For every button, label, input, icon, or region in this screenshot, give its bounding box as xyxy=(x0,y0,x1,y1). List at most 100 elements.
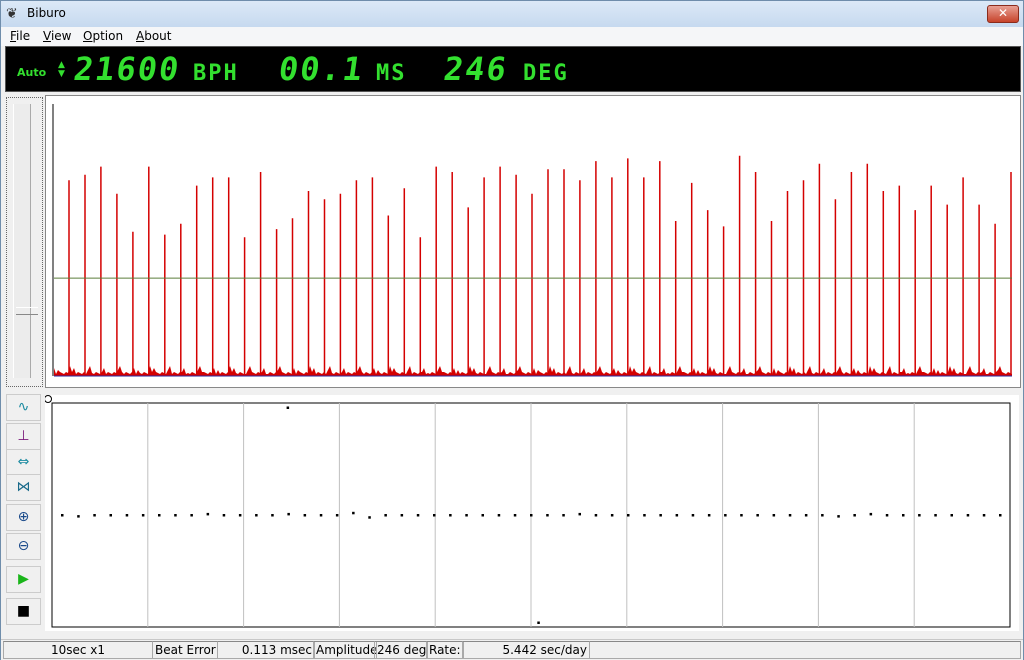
level-button[interactable]: ⊥ xyxy=(6,423,41,450)
close-button[interactable]: ✕ xyxy=(987,5,1019,23)
waveform-icon: ∿ xyxy=(17,399,30,415)
beat-dot xyxy=(416,514,420,517)
beat-dot xyxy=(869,512,873,516)
beat-dot xyxy=(934,514,937,517)
window-title: Biburo xyxy=(27,6,66,20)
beat-dot xyxy=(610,514,614,517)
zoom-out-button[interactable]: ⊖ xyxy=(6,533,41,560)
waveform-panel xyxy=(45,95,1021,388)
stop-icon: ■ xyxy=(16,603,31,619)
beat-dot xyxy=(335,514,339,517)
beat-dot xyxy=(756,514,759,517)
beat-dot xyxy=(966,514,970,517)
menu-view[interactable]: View xyxy=(43,29,71,43)
beat-dot xyxy=(659,514,662,517)
beat-dot xyxy=(109,514,112,517)
beat-dot xyxy=(368,516,371,519)
menu-option[interactable]: Option xyxy=(83,29,123,43)
beat-dot xyxy=(982,514,986,517)
beat-dot xyxy=(449,514,452,517)
status-beat-error-value: 0.113 msec xyxy=(217,641,315,659)
beat-dot xyxy=(206,512,210,516)
beat-dot xyxy=(158,514,161,517)
beat-dot xyxy=(578,512,581,516)
beat-dot xyxy=(853,514,856,517)
beat-dot xyxy=(885,514,889,517)
beat-dot xyxy=(724,514,727,517)
compress-horizontal-button[interactable]: ⋈ xyxy=(6,474,41,501)
status-rate-value: 5.442 sec/day xyxy=(462,641,590,659)
bph-spinner[interactable]: ▲ ▼ xyxy=(58,61,65,79)
slider-track[interactable] xyxy=(13,104,38,378)
beat-dot xyxy=(837,515,840,518)
beat-dot xyxy=(918,514,921,517)
zoom-in-icon: ⊕ xyxy=(17,509,30,525)
beat-dot xyxy=(772,514,776,517)
play-icon: ▶ xyxy=(18,571,29,587)
beat-dot xyxy=(950,514,953,517)
beat-dot xyxy=(999,514,1002,517)
menu-file[interactable]: File xyxy=(10,29,30,43)
gain-slider[interactable] xyxy=(6,97,43,387)
beat-dot xyxy=(707,514,711,517)
play-button[interactable]: ▶ xyxy=(6,566,41,593)
menu-bar: File View Option About xyxy=(1,27,1023,46)
beat-dot xyxy=(902,514,905,517)
status-amplitude-label: Amplitude xyxy=(313,641,377,659)
beat-dot xyxy=(287,512,290,516)
beat-dot xyxy=(174,514,177,517)
beat-dot xyxy=(740,514,743,517)
beat-dot xyxy=(352,511,355,515)
beat-dot xyxy=(77,515,80,518)
status-rate-label: Rate: xyxy=(426,641,464,659)
beat-dot xyxy=(643,514,646,517)
slider-thumb[interactable] xyxy=(16,307,38,315)
beat-outlier-dot xyxy=(286,406,290,409)
waveform-noise-floor xyxy=(54,366,1012,376)
expand-horizontal-button[interactable]: ⇔ xyxy=(6,449,41,476)
ms-unit: MS xyxy=(376,61,407,86)
beat-dot xyxy=(627,514,630,517)
beat-dot xyxy=(821,514,824,517)
status-bar: 10sec x1 Beat Error 0.113 msec Amplitude… xyxy=(1,639,1023,660)
expand-horizontal-icon: ⇔ xyxy=(17,454,30,470)
waveform-chart xyxy=(52,104,1012,377)
stop-button[interactable]: ■ xyxy=(6,598,41,625)
bph-unit: BPH xyxy=(193,61,239,86)
status-beat-error-label: Beat Error xyxy=(152,641,218,659)
beat-dot xyxy=(497,514,501,517)
beat-dot xyxy=(594,514,598,517)
beat-dot xyxy=(691,514,695,517)
app-icon: ❦ xyxy=(6,6,18,22)
mode-label[interactable]: Auto xyxy=(17,66,46,79)
status-empty xyxy=(589,641,1021,659)
zoom-in-button[interactable]: ⊕ xyxy=(6,504,41,531)
beat-dot xyxy=(400,514,404,517)
main-window: ❦ Biburo ✕ File View Option About Auto ▲… xyxy=(0,0,1024,660)
title-bar[interactable]: ❦ Biburo ✕ xyxy=(1,1,1023,28)
beat-dot xyxy=(546,514,549,517)
beat-dot xyxy=(788,514,792,517)
beat-dot xyxy=(804,514,808,517)
beat-dot xyxy=(93,514,96,517)
side-toolbar: ∿ ⊥ ⇔ ⋈ ⊕ ⊖ ▶ ■ xyxy=(4,394,42,630)
beat-dot xyxy=(222,514,226,517)
status-amplitude-value: 246 deg xyxy=(374,641,428,659)
beat-scatter-panel xyxy=(44,395,1019,631)
beat-dot xyxy=(384,514,387,517)
waveform-button[interactable]: ∿ xyxy=(6,394,41,421)
beat-dot xyxy=(125,514,129,517)
beat-outlier-dot xyxy=(537,621,540,624)
beat-dot xyxy=(190,514,193,517)
beat-scatter-chart xyxy=(44,395,1011,628)
lcd-display: Auto ▲ ▼ 21600 BPH 00.1 MS 246 DEG xyxy=(5,46,1021,92)
zoom-out-icon: ⊖ xyxy=(17,538,30,554)
beat-dot xyxy=(319,514,323,517)
beat-dot xyxy=(238,514,242,517)
beat-dot xyxy=(271,514,274,517)
bph-value: 21600 xyxy=(71,50,183,88)
amplitude-display: 246 xyxy=(441,50,511,88)
scatter-origin-marker xyxy=(44,395,52,403)
compress-horizontal-icon: ⋈ xyxy=(16,479,31,495)
menu-about[interactable]: About xyxy=(136,29,172,43)
